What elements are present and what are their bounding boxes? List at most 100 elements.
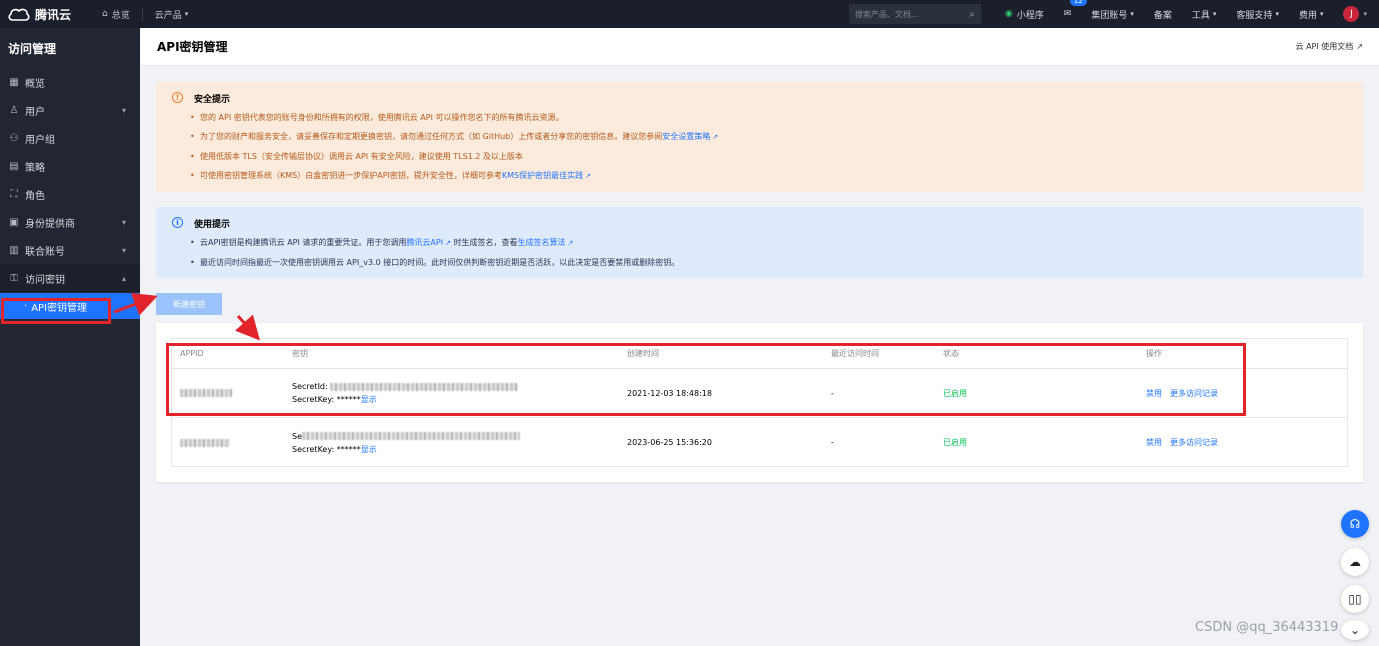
users-icon: ⚇ [9, 132, 19, 144]
tools-label: 工具 [1191, 10, 1210, 21]
created-time-cell: 2023-06-25 15:36:20 [627, 438, 712, 447]
nav-filing[interactable]: 备案 [1144, 0, 1182, 28]
appid-cell [172, 438, 292, 447]
search-input[interactable]: 搜索产品、文档... ⌕ [848, 4, 981, 24]
warning-icon: ! [172, 92, 183, 103]
cloud-icon: ☁ [1349, 555, 1361, 569]
policy-icon: ▤ [9, 160, 19, 172]
headset-icon: ☊ [1349, 517, 1361, 531]
security-alert-text: 可使用密钥管理系统（KMS）白盒密钥进一步保护API密钥，提升安全性，详细可参考 [200, 171, 502, 180]
key-cell: Se SecretKey: ******显示 [292, 430, 627, 456]
actions-cell: 禁用 更多访问记录 [1146, 437, 1346, 448]
mini-program-icon: ◉ [1004, 9, 1013, 19]
sidebar-item-label: 联合账号 [25, 246, 65, 258]
sidebar-item-label: 用户 [25, 106, 45, 118]
cloud-assistant-button[interactable]: ☁ [1341, 548, 1369, 576]
sidebar-item-overview[interactable]: ▦ 概览 [0, 68, 140, 96]
top-navigation-bar: 腾讯云 ⌂ 总览 云产品 ▾ 搜索产品、文档... ⌕ ◉ 小程序 ✉ 12 集团账号 ▾ … [0, 0, 1379, 28]
collapse-button[interactable]: ⌄ [1341, 620, 1369, 640]
list-item: 您的 API 密钥代表您的账号身份和所拥有的权限，使用腾讯云 API 可以操作您… [190, 108, 1347, 127]
nav-overview[interactable]: ⌂ 总览 [90, 0, 142, 28]
sidebar-item-policies[interactable]: ▤ 策略 [0, 152, 140, 180]
list-item: 使用低版本 TLS（安全传输层协议）调用云 API 有安全风险，建议使用 TLS… [190, 147, 1347, 166]
nav-products[interactable]: 云产品 ▾ [143, 0, 201, 28]
chevron-down-icon: ▾ [121, 105, 126, 115]
list-item: 云API密钥是构建腾讯云 API 请求的重要凭证。用于您调用腾讯云API↗ 时生… [190, 233, 1347, 253]
kms-best-practice-link[interactable]: KMS保护密钥最佳实践 [502, 171, 583, 180]
nav-mini-program[interactable]: ◉ 小程序 [995, 0, 1054, 28]
brand-name: 腾讯云 [35, 7, 72, 22]
usage-alert-text: 时生成签名，查看 [453, 238, 518, 247]
sidebar-item-label: 身份提供商 [25, 218, 75, 230]
chevron-down-icon: ▾ [1130, 10, 1134, 18]
sidebar-item-label: 访问密钥 [25, 274, 65, 286]
signature-algorithm-link[interactable]: 生成签名算法 [517, 238, 565, 247]
chevron-down-icon: ▾ [1319, 10, 1324, 18]
user-icon: ♙ [9, 104, 19, 116]
key-icon: ⚿ [10, 272, 18, 284]
federation-icon: ▥ [9, 244, 19, 256]
page-header: API密钥管理 云 API 使用文档 ↗ [141, 28, 1379, 66]
sidebar-item-user-groups[interactable]: ⚇ 用户组 [0, 124, 140, 152]
customer-service-button[interactable]: ☊ [1341, 510, 1369, 538]
security-policy-link[interactable]: 安全设置策略 [662, 132, 710, 141]
highlight-box-sidebar [1, 298, 111, 324]
security-alert-list: 您的 API 密钥代表您的账号身份和所拥有的权限，使用腾讯云 API 可以操作您… [190, 108, 1347, 186]
show-secret-link[interactable]: 显示 [361, 445, 377, 454]
security-alert-text: 使用低版本 TLS（安全传输层协议）调用云 API 有安全风险，建议使用 TLS… [200, 152, 523, 161]
redacted-secret-id [302, 432, 520, 440]
nav-products-label: 云产品 [154, 10, 182, 21]
billing-label: 费用 [1298, 10, 1317, 21]
chevron-down-icon[interactable]: ▾ [1363, 10, 1367, 18]
list-item: 最近访问时间指最近一次使用密钥调用云 API_v3.0 接口的时间。此时间仅供判… [190, 253, 1347, 272]
cloud-logo-icon [8, 8, 30, 21]
security-alert-text: 为了您的财产和服务安全，请妥善保存和定期更换密钥，请勿通过任何方式（如 GitH… [200, 132, 663, 141]
secret-id-line: Se [292, 430, 627, 443]
sidebar-item-label: 角色 [25, 190, 45, 202]
sidebar: 访问管理 ▦ 概览 ♙ 用户 ▾ ⚇ 用户组 ▤ 策略 ⛶ 角色 ▣ 身份提供商 ▾ ▥ 联合账号… [0, 28, 140, 646]
nav-overview-label: 总览 [111, 10, 130, 21]
nav-mail[interactable]: ✉ 12 [1054, 0, 1087, 28]
usage-alert-title: 使用提示 [194, 220, 231, 230]
last-access-cell: - [831, 438, 834, 447]
sidebar-item-label: 用户组 [25, 134, 55, 146]
book-icon: ▯▯ [1348, 592, 1362, 606]
home-icon: ⌂ [102, 9, 108, 19]
docs-button[interactable]: ▯▯ [1341, 585, 1369, 613]
disable-button[interactable]: 禁用 [1146, 438, 1162, 447]
mail-icon: ✉ [1063, 9, 1072, 19]
chevron-down-icon: ▾ [1212, 10, 1217, 18]
brand-logo[interactable]: 腾讯云 [0, 6, 90, 23]
role-icon: ⛶ [10, 188, 18, 200]
grid-icon: ▦ [9, 76, 19, 88]
sidebar-item-identity-providers[interactable]: ▣ 身份提供商 ▾ [0, 208, 140, 236]
chevron-down-icon: ▾ [121, 217, 126, 227]
nav-billing[interactable]: 费用 ▾ [1289, 0, 1334, 28]
usage-alert-text: 云API密钥是构建腾讯云 API 请求的重要凭证。用于您调用 [200, 238, 407, 247]
chevron-down-icon: ▾ [1275, 10, 1279, 18]
group-account-label: 集团账号 [1091, 10, 1128, 21]
new-key-button[interactable]: 新建密钥 [156, 293, 222, 315]
avatar[interactable]: J [1343, 6, 1360, 22]
sidebar-item-label: 策略 [25, 162, 45, 174]
chevron-up-icon: ▴ [121, 273, 126, 283]
sidebar-item-access-keys[interactable]: ⚿ 访问密钥 ▴ [0, 264, 140, 292]
nav-tools[interactable]: 工具 ▾ [1182, 0, 1227, 28]
security-alert-title: 安全提示 [194, 95, 231, 105]
chevron-down-icon: ▾ [184, 10, 189, 18]
sidebar-item-roles[interactable]: ⛶ 角色 [0, 180, 140, 208]
api-doc-link-label: 云 API 使用文档 [1295, 42, 1354, 51]
security-alert-text: 您的 API 密钥代表您的账号身份和所拥有的权限，使用腾讯云 API 可以操作您… [200, 113, 564, 122]
filing-label: 备案 [1153, 10, 1172, 21]
nav-group-account[interactable]: 集团账号 ▾ [1081, 0, 1144, 28]
tencent-cloud-api-link[interactable]: 腾讯云API [406, 238, 443, 247]
more-access-records-link[interactable]: 更多访问记录 [1170, 438, 1218, 447]
api-doc-link[interactable]: 云 API 使用文档 ↗ [1296, 41, 1363, 52]
nav-support[interactable]: 客服支持 ▾ [1226, 0, 1289, 28]
idp-icon: ▣ [9, 216, 19, 228]
sidebar-item-label: 概览 [25, 78, 45, 90]
sidebar-item-users[interactable]: ♙ 用户 ▾ [0, 96, 140, 124]
sidebar-item-federated-accounts[interactable]: ▥ 联合账号 ▾ [0, 236, 140, 264]
external-link-icon: ↗ [1356, 42, 1363, 51]
list-item: 为了您的财产和服务安全，请妥善保存和定期更换密钥，请勿通过任何方式（如 GitH… [190, 127, 1347, 147]
